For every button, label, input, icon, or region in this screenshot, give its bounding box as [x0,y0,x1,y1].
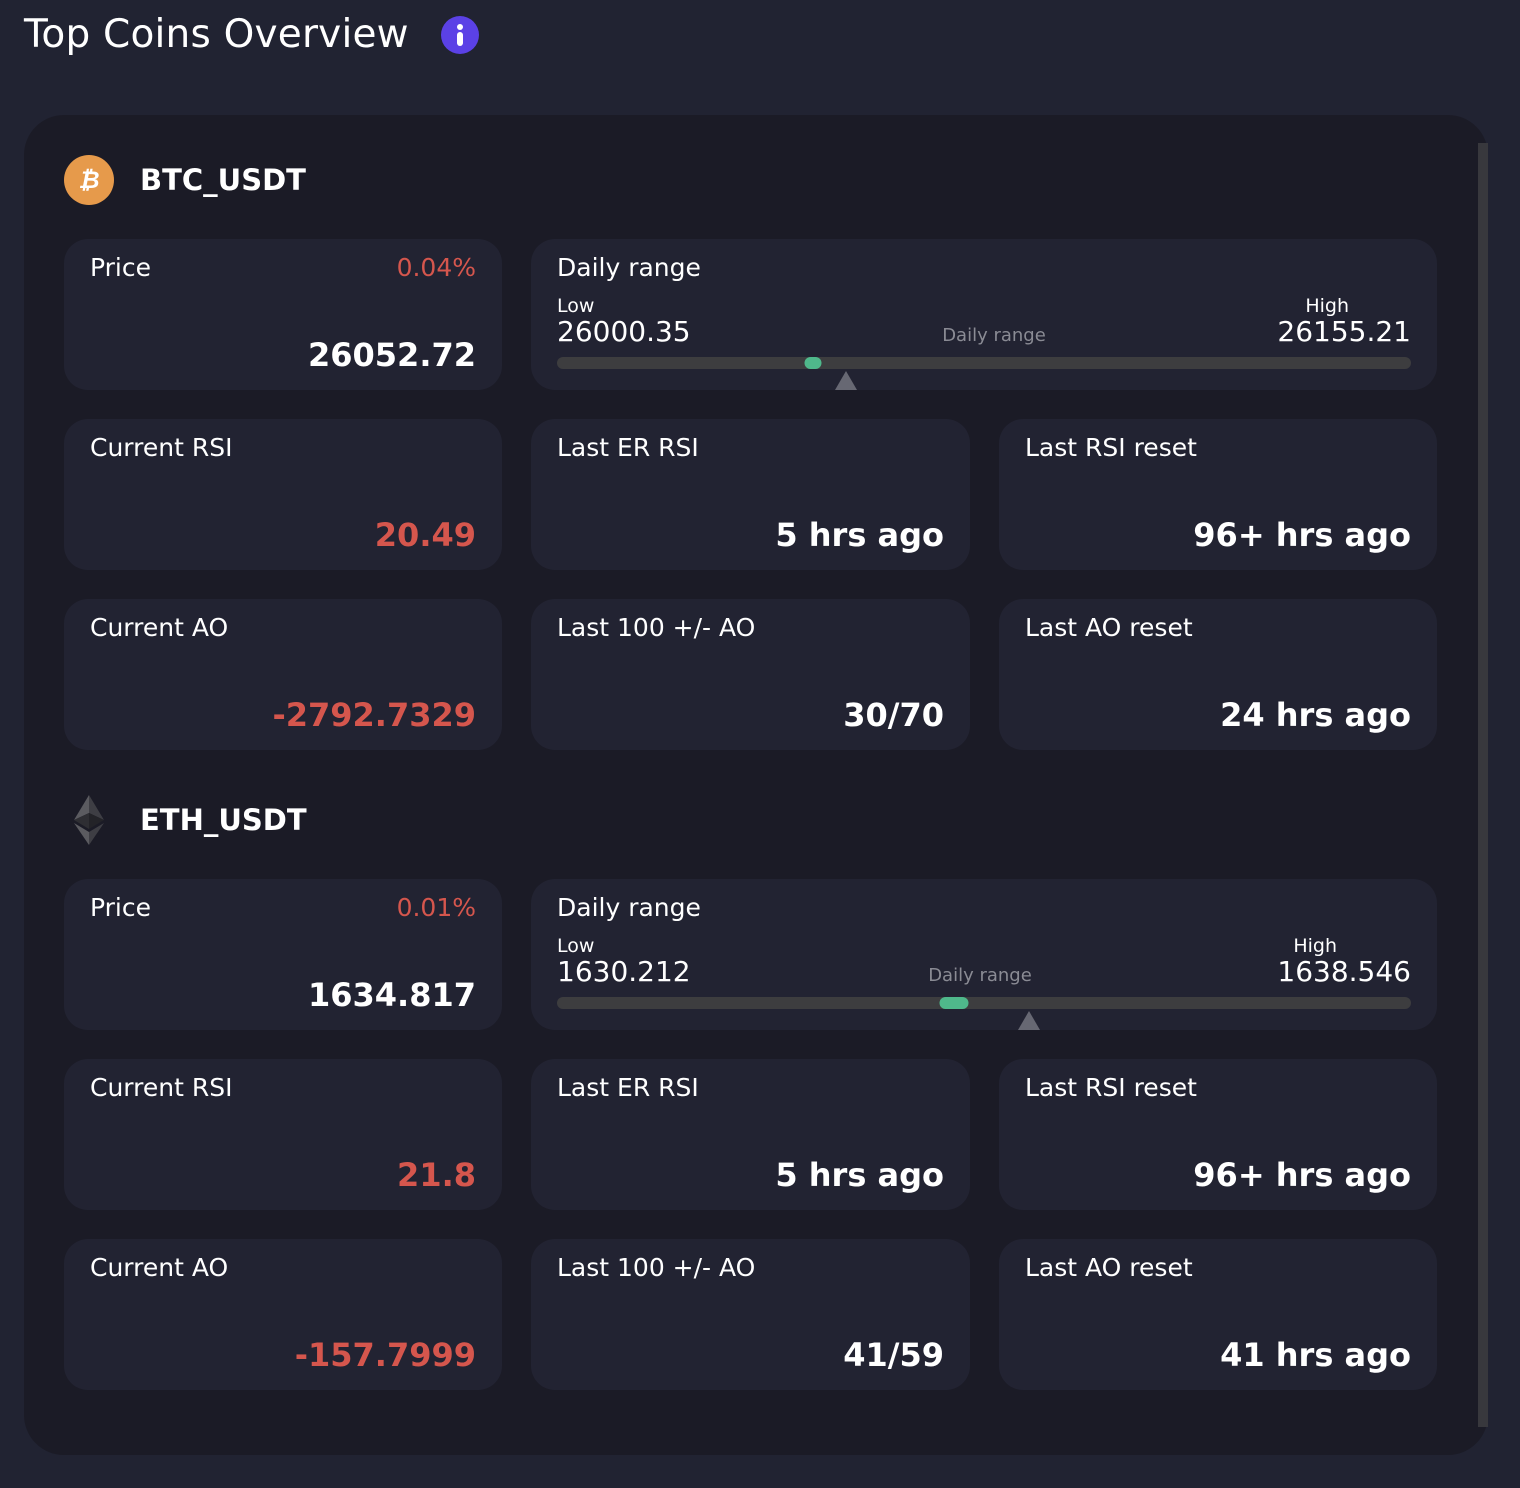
current-rsi-value: 20.49 [374,516,476,554]
current-price-pointer-icon [834,371,857,390]
last-er-rsi-card: Last ER RSI 5 hrs ago [531,419,970,570]
ethereum-icon [64,795,114,845]
price-label: Price [90,893,151,922]
daily-range-center-label: Daily range [928,965,1032,986]
last-er-rsi-label: Last ER RSI [557,433,699,462]
low-value: 1630.212 [557,955,691,988]
price-change: 0.01% [396,893,476,922]
coin-header-eth: ETH_USDT [64,795,307,845]
current-rsi-label: Current RSI [90,1073,233,1102]
last-er-rsi-value: 5 hrs ago [775,1156,944,1194]
last-er-rsi-value: 5 hrs ago [775,516,944,554]
current-ao-value: -2792.7329 [272,696,476,734]
price-value: 26052.72 [307,336,476,374]
last-ao-reset-card: Last AO reset 41 hrs ago [999,1239,1437,1390]
range-track [557,357,1411,369]
last-rsi-reset-label: Last RSI reset [1025,1073,1197,1102]
range-track [557,997,1411,1009]
low-label: Low [557,935,595,957]
bitcoin-icon: ₿ [64,155,114,205]
last-100-ao-value: 30/70 [843,696,944,734]
last-ao-reset-card: Last AO reset 24 hrs ago [999,599,1437,750]
high-label: High [1293,935,1337,957]
scrollbar[interactable] [1478,143,1488,1427]
current-ao-card: Current AO -2792.7329 [64,599,502,750]
price-change: 0.04% [396,253,476,282]
price-card: Price 0.01% 1634.817 [64,879,502,1030]
coin-symbol: ETH_USDT [140,803,307,837]
low-label: Low [557,295,595,317]
daily-range-title: Daily range [557,893,701,922]
last-ao-reset-value: 41 hrs ago [1220,1336,1411,1374]
range-marker [939,997,969,1009]
info-icon[interactable] [441,16,479,54]
coin-header-btc: ₿ BTC_USDT [64,155,306,205]
last-rsi-reset-value: 96+ hrs ago [1193,516,1411,554]
daily-range-center-label: Daily range [942,325,1046,346]
price-card: Price 0.04% 26052.72 [64,239,502,390]
last-ao-reset-label: Last AO reset [1025,1253,1193,1282]
last-ao-reset-label: Last AO reset [1025,613,1193,642]
last-er-rsi-label: Last ER RSI [557,1073,699,1102]
current-ao-card: Current AO -157.7999 [64,1239,502,1390]
last-100-ao-card: Last 100 +/- AO 41/59 [531,1239,970,1390]
current-rsi-value: 21.8 [397,1156,476,1194]
last-100-ao-label: Last 100 +/- AO [557,1253,756,1282]
high-value: 1638.546 [1277,955,1411,988]
last-100-ao-label: Last 100 +/- AO [557,613,756,642]
daily-range-card: Daily range Low 26000.35 Daily range Hig… [531,239,1437,390]
range-marker [804,357,822,369]
price-value: 1634.817 [307,976,476,1014]
current-ao-value: -157.7999 [294,1336,476,1374]
last-100-ao-value: 41/59 [843,1336,944,1374]
current-rsi-label: Current RSI [90,433,233,462]
price-label: Price [90,253,151,282]
high-value: 26155.21 [1277,315,1411,348]
current-price-pointer-icon [1018,1011,1041,1030]
last-100-ao-card: Last 100 +/- AO 30/70 [531,599,970,750]
page-title: Top Coins Overview [24,12,409,57]
current-ao-label: Current AO [90,1253,229,1282]
current-ao-label: Current AO [90,613,229,642]
last-rsi-reset-card: Last RSI reset 96+ hrs ago [999,419,1437,570]
daily-range-title: Daily range [557,253,701,282]
current-rsi-card: Current RSI 21.8 [64,1059,502,1210]
last-rsi-reset-value: 96+ hrs ago [1193,1156,1411,1194]
high-label: High [1305,295,1349,317]
last-rsi-reset-card: Last RSI reset 96+ hrs ago [999,1059,1437,1210]
low-value: 26000.35 [557,315,691,348]
last-ao-reset-value: 24 hrs ago [1220,696,1411,734]
daily-range-card: Daily range Low 1630.212 Daily range Hig… [531,879,1437,1030]
svg-text:₿: ₿ [78,166,99,194]
current-rsi-card: Current RSI 20.49 [64,419,502,570]
last-er-rsi-card: Last ER RSI 5 hrs ago [531,1059,970,1210]
last-rsi-reset-label: Last RSI reset [1025,433,1197,462]
coin-symbol: BTC_USDT [140,163,306,197]
